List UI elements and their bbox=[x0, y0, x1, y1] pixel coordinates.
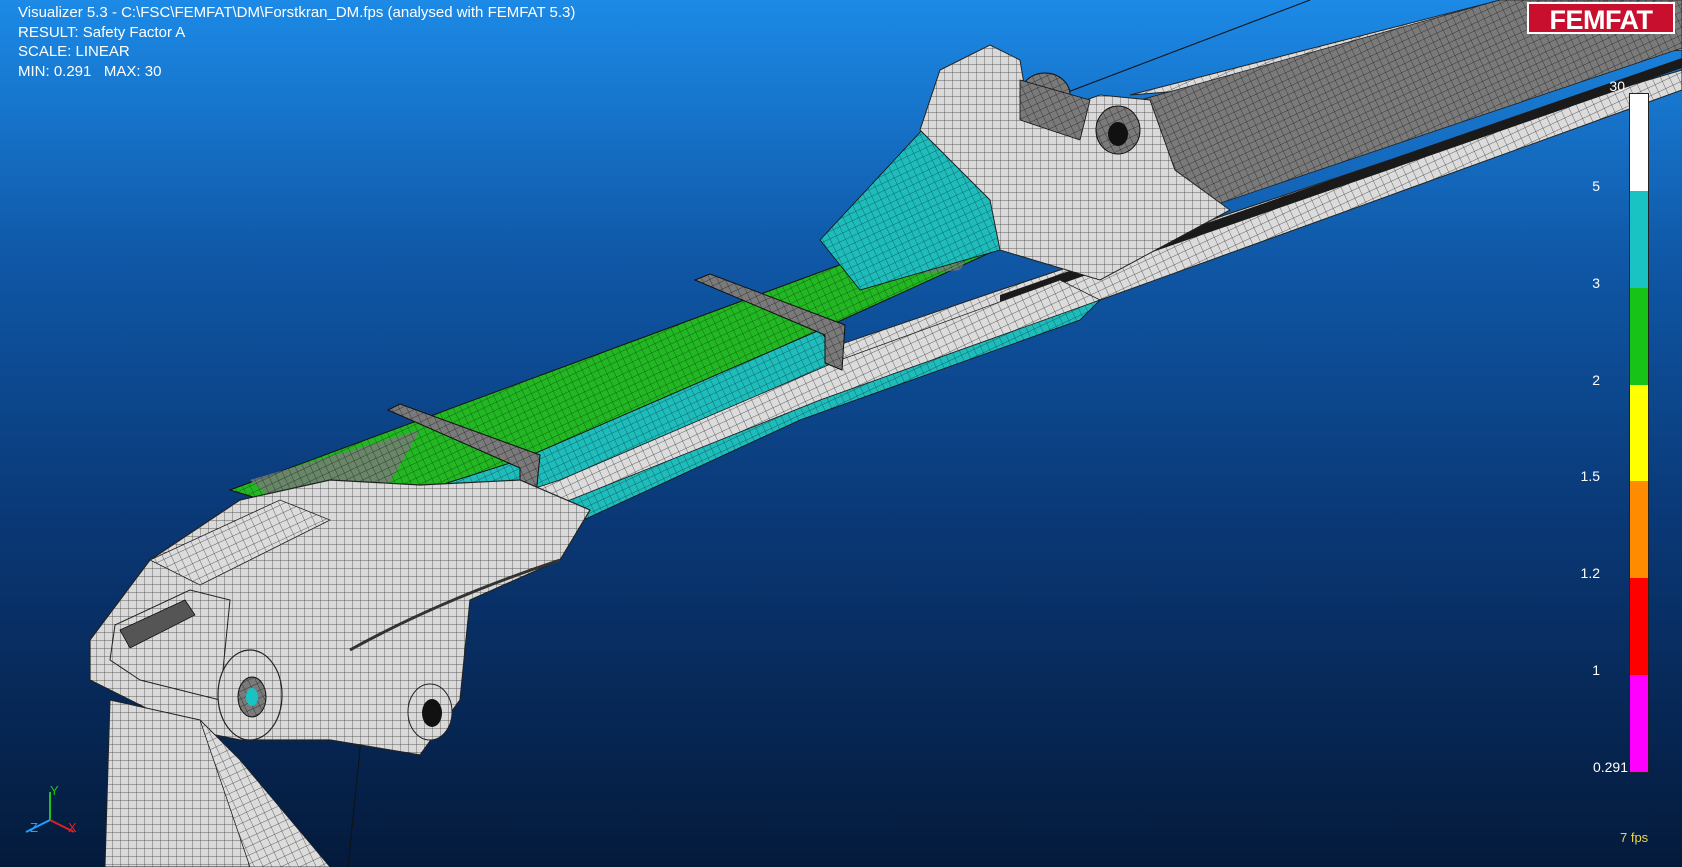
result-label: RESULT: Safety Factor A bbox=[18, 23, 186, 41]
wire-line bbox=[347, 729, 363, 867]
legend-seg-yellow bbox=[1630, 384, 1648, 482]
result-info: Visualizer 5.3 - C:\FSC\FEMFAT\DM\Forstk… bbox=[18, 3, 575, 81]
legend-tick: 5 bbox=[1592, 178, 1600, 194]
legend-tick: 2 bbox=[1592, 372, 1600, 388]
window-title: Visualizer 5.3 - C:\FSC\FEMFAT\DM\Forstk… bbox=[18, 4, 576, 21]
legend-seg-cyan bbox=[1630, 190, 1648, 288]
axis-y-label: Y bbox=[50, 783, 59, 798]
minmax-label: MIN: 0.291 MAX: 30 bbox=[18, 62, 575, 82]
legend-tick: 1.5 bbox=[1580, 468, 1600, 484]
axis-z-label: Z bbox=[30, 820, 38, 835]
fps-counter: 7 fps bbox=[1620, 830, 1649, 845]
legend-tick: 1 bbox=[1592, 662, 1600, 678]
scale-label: SCALE: LINEAR bbox=[18, 43, 130, 60]
max-label: MAX: 30 bbox=[103, 62, 162, 80]
color-legend-bar bbox=[1629, 93, 1649, 773]
legend-seg-white bbox=[1630, 94, 1648, 191]
fe-model-view[interactable]: Y Z X bbox=[0, 0, 1682, 867]
legend-seg-magenta bbox=[1630, 675, 1648, 772]
min-label: MIN: 0.291 bbox=[18, 62, 92, 80]
axis-triad: Y Z X bbox=[25, 783, 77, 835]
legend-seg-orange bbox=[1630, 481, 1648, 579]
legend-seg-green bbox=[1630, 287, 1648, 385]
legend-seg-red bbox=[1630, 578, 1648, 676]
legend-tick: 0.291 bbox=[1592, 759, 1628, 775]
3d-viewport[interactable]: Y Z X Visualizer 5.3 - C:\FSC\FEMFAT\DM\… bbox=[0, 0, 1682, 867]
legend-tick: 1.2 bbox=[1580, 565, 1600, 581]
legend-tick-top: 30 bbox=[1609, 78, 1625, 94]
legend-tick: 3 bbox=[1592, 275, 1600, 291]
femfat-logo: FEMFAT bbox=[1527, 2, 1675, 35]
axis-x-label: X bbox=[68, 820, 77, 835]
